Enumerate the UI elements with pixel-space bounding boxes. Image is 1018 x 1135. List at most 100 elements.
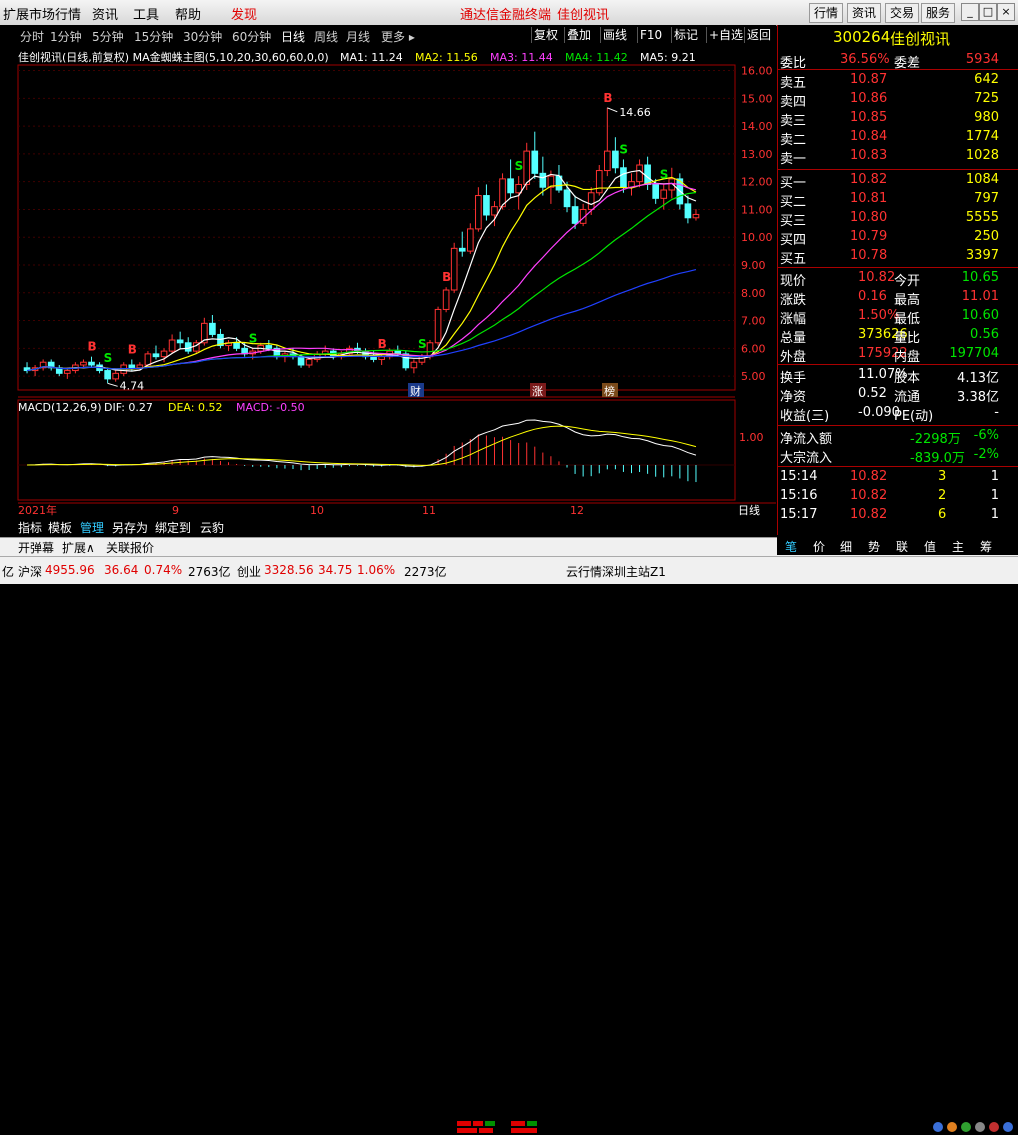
close-icon[interactable]: × [997,3,1015,21]
quote-label: 现价 [780,274,807,289]
candle-body [603,150,611,172]
service-button[interactable]: 服务 [921,3,956,23]
candle-body [297,356,305,366]
kline-chart[interactable]: 佳创视讯(日线,前复权) MA金蜘蛛主图(5,10,20,30,60,60,0,… [0,45,776,535]
ma4-value: MA4: 11.42 [565,51,628,64]
candle-body [636,164,643,183]
hs-label[interactable]: 沪深 [18,563,42,580]
candle-body [571,206,579,224]
sell-row: 卖四 10.86 725 [778,90,1018,110]
menu-tools[interactable]: 工具 [133,4,159,23]
low-annotation: 4.74 [120,379,145,392]
status-bar: 亿 沪深 4955.96 36.64 0.74% 2763亿 创业 3328.5… [0,556,1018,1133]
candle-body [152,353,160,358]
minimize-icon[interactable]: _ [961,3,979,21]
tick-count: 1 [990,488,999,503]
sell-label: 卖三 [780,114,807,129]
price-tick: 14.00 [741,120,773,133]
period-daily[interactable]: 日线 [281,28,305,45]
quote-value: 10.82 [858,270,896,285]
buy-row: 买五 10.78 3397 [778,247,1018,267]
sell-signal: S [660,167,669,181]
news-button[interactable]: 资讯 [847,3,882,23]
tab-bind-to[interactable]: 绑定到 [155,519,191,536]
candle-body [442,289,450,310]
add-watchlist-button[interactable]: +自选 [706,27,745,43]
indicator-tabs: 指标 模板 管理 另存为 绑定到 云豹 [0,518,776,536]
back-button[interactable]: 返回 [744,27,773,43]
tab-indicator[interactable]: 指标 [18,519,42,536]
price-tick: 8.00 [741,287,766,300]
adjust-button[interactable]: 复权 [531,27,560,43]
tab-zhu[interactable]: 主 [952,538,964,555]
tick-time: 15:17 [780,507,818,522]
tick-price: 10.82 [850,507,888,522]
candle-body [176,339,184,344]
period-weekly[interactable]: 周线 [314,28,338,45]
period-intraday[interactable]: 分时 [20,28,44,45]
period-5min[interactable]: 5分钟 [92,28,124,45]
buy-volume: 250 [974,229,999,244]
server-name[interactable]: 云行情深圳主站Z1 [566,563,666,580]
candle-body [466,228,474,252]
tab-jia[interactable]: 价 [813,538,825,555]
extend-button[interactable]: 扩展∧ [62,539,95,556]
finance-value: 0.52 [858,386,887,401]
ma2-value: MA2: 11.56 [415,51,478,64]
buy-label: 买五 [780,252,807,267]
period-15min[interactable]: 15分钟 [134,28,173,45]
menu-help[interactable]: 帮助 [175,4,201,23]
tab-manage[interactable]: 管理 [80,519,104,536]
tab-bi[interactable]: 笔 [785,538,797,555]
menu-discover[interactable]: 发现 [231,4,257,23]
tab-chou[interactable]: 筹 [980,538,992,555]
buy-signal: B [378,337,387,351]
quote-label-2: 内盘 [894,350,921,365]
tab-save-as[interactable]: 另存为 [112,519,148,536]
tab-yunbao[interactable]: 云豹 [200,519,224,536]
candle-body [104,370,111,380]
period-monthly[interactable]: 月线 [346,28,370,45]
promo-stock[interactable]: 佳创视讯 [557,4,609,23]
buy-label: 买一 [780,176,807,191]
period-30min[interactable]: 30分钟 [183,28,222,45]
period-more[interactable]: 更多 ▸ [381,28,415,45]
market-breadth-icon [457,1121,537,1133]
tab-lian[interactable]: 联 [896,538,908,555]
candle-body [265,345,273,349]
buy-label: 买三 [780,214,807,229]
maximize-icon[interactable]: □ [979,3,997,21]
danmu-button[interactable]: 开弹幕 [18,539,54,556]
tab-template[interactable]: 模板 [48,519,72,536]
sell-signal: S [104,351,113,365]
trade-button[interactable]: 交易 [885,3,920,23]
price-tick: 16.00 [741,65,773,78]
cy-label[interactable]: 创业 [237,563,261,580]
f10-button[interactable]: F10 [637,27,664,43]
menu-news[interactable]: 资讯 [92,4,118,23]
stock-code: 300264 [833,28,891,46]
cy-amount: 2273亿 [404,565,447,579]
candle-body [587,192,595,210]
overlay-button[interactable]: 叠加 [564,27,593,43]
sell-row: 卖三 10.85 980 [778,109,1018,129]
candle-body [80,361,87,366]
quote-label-2: 量比 [894,331,921,346]
promo-terminal[interactable]: 通达信金融终端 [460,4,551,23]
tab-shi[interactable]: 势 [868,538,880,555]
quote-button[interactable]: 行情 [809,3,844,23]
mark-button[interactable]: 标记 [671,27,700,43]
tab-xi[interactable]: 细 [840,538,852,555]
tab-zhi[interactable]: 值 [924,538,936,555]
sell-price: 10.83 [850,148,888,163]
period-1min[interactable]: 1分钟 [50,28,82,45]
sell-price: 10.85 [850,110,888,125]
buy-volume: 797 [974,191,999,206]
menu-extended-market[interactable]: 扩展市场行情 [3,4,81,23]
period-60min[interactable]: 60分钟 [232,28,271,45]
flow-row: 大宗流入 -839.0万 -2% [778,446,1018,466]
sell-volume: 1028 [965,148,999,163]
related-quote-button[interactable]: 关联报价 [106,539,154,556]
buy-volume: 1084 [965,172,999,187]
draw-button[interactable]: 画线 [600,27,629,43]
